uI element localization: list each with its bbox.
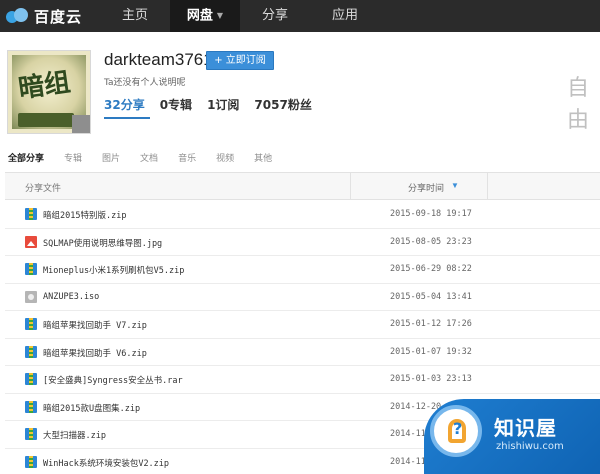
- table-row[interactable]: 暗组2015特别版.zip 2015-09-18 19:17: [5, 201, 600, 229]
- zip-file-icon: [25, 373, 37, 385]
- stat-albums[interactable]: 0专辑: [160, 96, 192, 113]
- user-bio: Ta还没有个人说明呢: [104, 78, 186, 88]
- filter-all[interactable]: 全部分享: [8, 151, 44, 164]
- file-name-link[interactable]: Mioneplus小米1系列刷机包V5.zip: [43, 264, 184, 276]
- filter-other[interactable]: 其他: [254, 151, 272, 164]
- nav-item-share[interactable]: 分享: [240, 0, 310, 32]
- share-time: 2015-01-12 17:26: [390, 319, 472, 329]
- zip-file-icon: [25, 400, 37, 413]
- side-banner-text: 自由: [567, 76, 590, 133]
- table-row[interactable]: SQLMAP使用说明思维导图.jpg 2015-08-05 23:23: [5, 229, 600, 256]
- file-name-link[interactable]: 暗组苹果找回助手 V7.zip: [43, 319, 147, 331]
- disc-image-file-icon: [25, 290, 37, 303]
- table-header: 分享文件 分享时间 ▼: [5, 172, 600, 200]
- watermark-title: 知识屋: [494, 416, 557, 440]
- share-time: 2015-08-05 23:23: [390, 236, 472, 247]
- stat-fans[interactable]: 7057粉丝: [254, 96, 311, 113]
- nav-item-netdisk[interactable]: 网盘 ▼: [170, 0, 240, 32]
- avatar-corner-icon: [72, 115, 90, 133]
- zip-file-icon: [25, 263, 37, 275]
- column-file-label: 分享文件: [25, 184, 62, 194]
- stat-shares[interactable]: 32分享: [104, 96, 145, 113]
- filter-albums[interactable]: 专辑: [64, 151, 82, 164]
- file-name-link[interactable]: WinHack系统环境安装包V2.zip: [43, 457, 169, 469]
- file-name-link[interactable]: [安全盛典]Syngress安全丛书.rar: [43, 374, 183, 386]
- zip-file-icon: [25, 455, 37, 468]
- nav-item-netdisk-label: 网盘: [186, 8, 213, 24]
- table-row[interactable]: ANZUPE3.iso 2015-05-04 13:41: [5, 284, 600, 311]
- table-row[interactable]: 暗组苹果找回助手 V7.zip 2015-01-12 17:26: [5, 311, 600, 339]
- filter-music[interactable]: 音乐: [178, 151, 196, 164]
- column-time-label[interactable]: 分享时间: [408, 181, 444, 194]
- filter-tabs: 全部分享 专辑 图片 文档 音乐 视频 其他: [8, 151, 292, 164]
- top-nav: 百度云 主页 网盘 ▼ 分享 应用: [0, 0, 600, 32]
- share-time: 2015-01-03 23:13: [390, 374, 472, 384]
- logo-text: 百度云: [34, 7, 83, 26]
- file-name-link[interactable]: 大型扫描器.zip: [43, 429, 106, 441]
- file-name-link[interactable]: 暗组2015款U盘图集.zip: [43, 402, 140, 414]
- file-name-link[interactable]: 暗组2015特别版.zip: [43, 209, 126, 221]
- zip-file-icon: [25, 345, 37, 358]
- share-time: 2014-12-20: [390, 401, 442, 412]
- baidu-cloud-logo[interactable]: 百度云: [0, 0, 100, 32]
- nav-item-apps[interactable]: 应用: [310, 0, 380, 32]
- nav-item-home[interactable]: 主页: [100, 0, 170, 32]
- username: darkteam3761: [104, 50, 213, 69]
- filter-images[interactable]: 图片: [102, 151, 120, 164]
- filter-video[interactable]: 视频: [216, 151, 234, 164]
- file-name-link[interactable]: ANZUPE3.iso: [43, 292, 99, 302]
- zip-file-icon: [25, 208, 37, 220]
- table-row[interactable]: 暗组苹果找回助手 V6.zip 2015-01-07 19:32: [5, 339, 600, 366]
- subscribe-button[interactable]: + 立即订阅: [206, 51, 274, 70]
- active-stat-underline: [104, 117, 150, 119]
- file-name-link[interactable]: 暗组苹果找回助手 V6.zip: [43, 347, 147, 359]
- filter-documents[interactable]: 文档: [140, 151, 158, 164]
- avatar-logo-text: 暗组: [16, 67, 73, 105]
- file-name-link[interactable]: SQLMAP使用说明思维导图.jpg: [43, 237, 162, 249]
- profile-stats: 32分享 0专辑 1订阅 7057粉丝: [104, 96, 327, 113]
- share-time: 2015-01-07 19:32: [390, 346, 472, 357]
- table-row[interactable]: Mioneplus小米1系列刷机包V5.zip 2015-06-29 08:22: [5, 256, 600, 284]
- share-time: 2015-09-18 19:17: [390, 209, 472, 219]
- chevron-down-icon: ▼: [216, 11, 224, 20]
- cloud-icon: [6, 8, 28, 24]
- avatar[interactable]: 暗组: [7, 50, 91, 134]
- share-time: 2015-06-29 08:22: [390, 264, 472, 274]
- share-time: 2015-05-04 13:41: [390, 291, 472, 302]
- zip-file-icon: [25, 428, 37, 440]
- lightbulb-icon: ?: [430, 405, 482, 457]
- zip-file-icon: [25, 318, 37, 330]
- table-row[interactable]: [安全盛典]Syngress安全丛书.rar 2015-01-03 23:13: [5, 366, 600, 394]
- watermark-badge: ? 知识屋 zhishiwu.com: [424, 399, 600, 474]
- arrow-down-icon[interactable]: ▼: [451, 181, 459, 190]
- image-file-icon: [25, 235, 37, 248]
- avatar-badge: [18, 113, 74, 127]
- stat-subscriptions[interactable]: 1订阅: [207, 96, 239, 113]
- watermark-url: zhishiwu.com: [496, 441, 564, 452]
